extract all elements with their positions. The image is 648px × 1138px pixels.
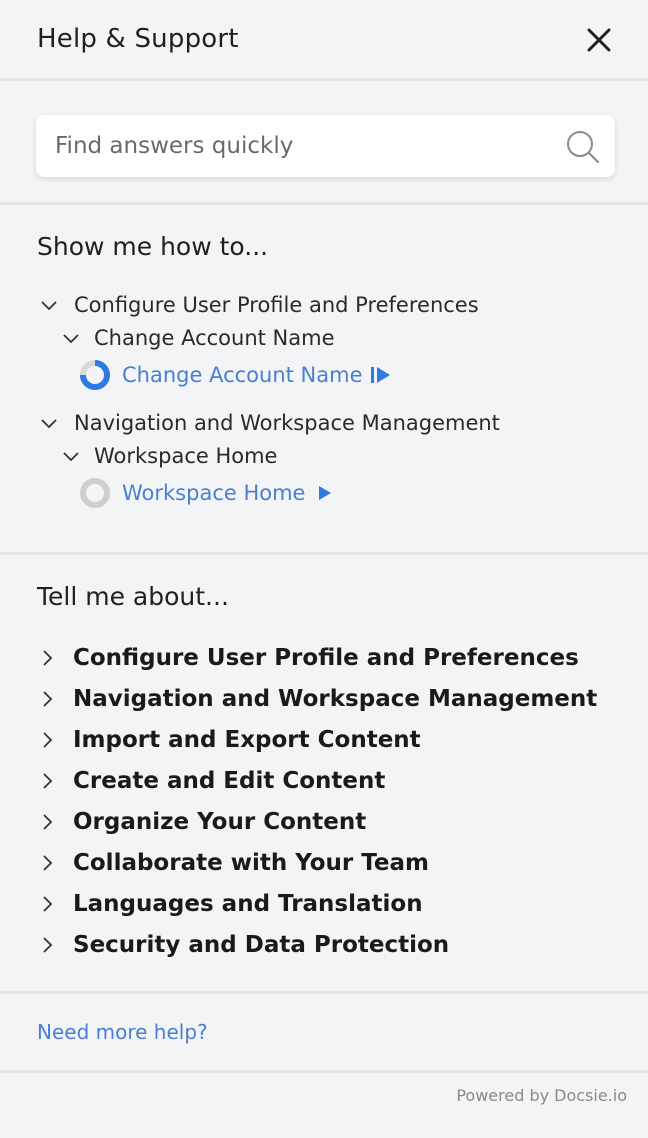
topic-item[interactable]: Organize Your Content bbox=[37, 801, 597, 842]
panel-title: Help & Support bbox=[37, 24, 239, 54]
chevron-right-icon bbox=[43, 895, 53, 912]
howto-subgroup-label: Workspace Home bbox=[94, 444, 278, 468]
chevron-down-icon bbox=[63, 452, 79, 462]
chevron-right-icon bbox=[43, 772, 53, 789]
topic-label: Organize Your Content bbox=[73, 808, 367, 835]
panel-header: Help & Support bbox=[0, 0, 648, 81]
topic-label: Configure User Profile and Preferences bbox=[73, 644, 579, 671]
chevron-down-icon bbox=[41, 419, 57, 429]
chevron-right-icon bbox=[43, 649, 53, 666]
topic-item[interactable]: Collaborate with Your Team bbox=[37, 842, 597, 883]
close-icon[interactable] bbox=[584, 25, 614, 55]
topic-item[interactable]: Import and Export Content bbox=[37, 719, 597, 760]
howto-group-toggle[interactable]: Navigation and Workspace Management bbox=[39, 408, 500, 438]
topic-item[interactable]: Security and Data Protection bbox=[37, 924, 597, 965]
powered-by-text[interactable]: Powered by Docsie.io bbox=[456, 1086, 627, 1105]
topic-item[interactable]: Languages and Translation bbox=[37, 883, 597, 924]
chevron-right-icon bbox=[43, 936, 53, 953]
search-box[interactable] bbox=[36, 115, 615, 177]
search-icon[interactable] bbox=[566, 130, 600, 164]
howto-subgroup-toggle[interactable]: Workspace Home bbox=[61, 441, 277, 471]
search-input[interactable] bbox=[36, 115, 556, 177]
tell-me-about-section: Tell me about... Configure User Profile … bbox=[0, 555, 648, 994]
howto-guide-label: Change Account Name bbox=[122, 363, 363, 387]
search-section bbox=[0, 84, 648, 205]
howto-subgroup-label: Change Account Name bbox=[94, 326, 335, 350]
topic-item[interactable]: Create and Edit Content bbox=[37, 760, 597, 801]
howto-group-toggle[interactable]: Configure User Profile and Preferences bbox=[39, 290, 479, 320]
howto-guide-link[interactable]: Workspace Home bbox=[79, 476, 337, 510]
topic-item[interactable]: Configure User Profile and Preferences bbox=[37, 637, 597, 678]
tell-me-about-title: Tell me about... bbox=[37, 582, 229, 611]
chevron-right-icon bbox=[43, 731, 53, 748]
show-me-how-title: Show me how to... bbox=[37, 232, 269, 261]
resume-play-icon bbox=[370, 367, 390, 383]
topic-label: Languages and Translation bbox=[73, 890, 423, 917]
show-me-how-section: Show me how to... Configure User Profile… bbox=[0, 205, 648, 555]
chevron-right-icon bbox=[43, 854, 53, 871]
howto-group-label: Navigation and Workspace Management bbox=[74, 411, 500, 435]
play-icon bbox=[319, 486, 332, 500]
topic-label: Navigation and Workspace Management bbox=[73, 685, 598, 712]
topic-label: Collaborate with Your Team bbox=[73, 849, 429, 876]
chevron-down-icon bbox=[41, 301, 57, 311]
chevron-right-icon bbox=[43, 813, 53, 830]
progress-ring-icon bbox=[80, 478, 110, 508]
topic-label: Security and Data Protection bbox=[73, 931, 450, 958]
topic-label: Create and Edit Content bbox=[73, 767, 386, 794]
topic-label: Import and Export Content bbox=[73, 726, 421, 753]
progress-ring-icon bbox=[80, 360, 110, 390]
howto-group-label: Configure User Profile and Preferences bbox=[74, 293, 479, 317]
more-help-section: Need more help? bbox=[0, 994, 648, 1073]
howto-guide-label: Workspace Home bbox=[122, 481, 306, 505]
chevron-right-icon bbox=[43, 690, 53, 707]
close-button[interactable] bbox=[584, 25, 614, 55]
howto-guide-link[interactable]: Change Account Name bbox=[79, 358, 391, 392]
topic-list: Configure User Profile and Preferences N… bbox=[37, 637, 597, 965]
topic-item[interactable]: Navigation and Workspace Management bbox=[37, 678, 597, 719]
need-more-help-link[interactable]: Need more help? bbox=[37, 1020, 208, 1044]
chevron-down-icon bbox=[63, 334, 79, 344]
howto-subgroup-toggle[interactable]: Change Account Name bbox=[61, 323, 335, 353]
